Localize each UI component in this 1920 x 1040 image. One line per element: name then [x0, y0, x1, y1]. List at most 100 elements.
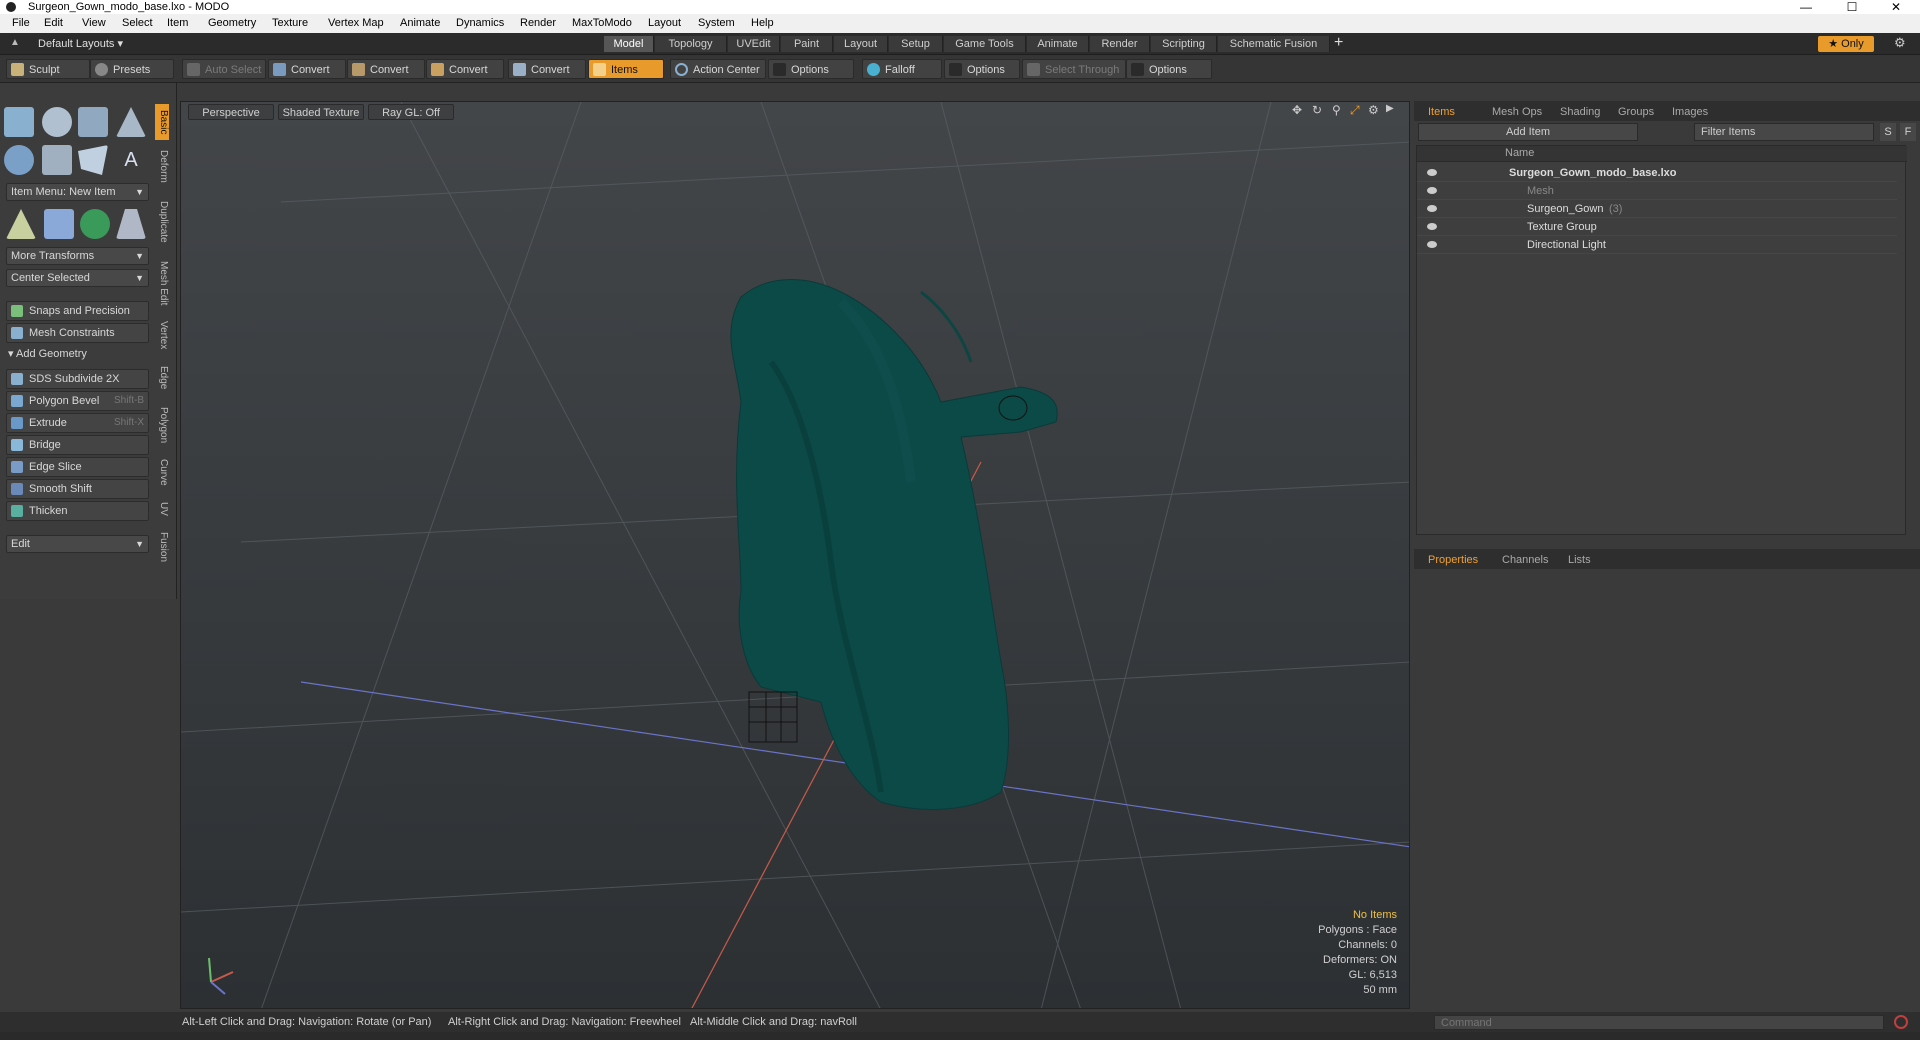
fit-view-icon[interactable]: ⤢ [1350, 103, 1360, 118]
tab-animate[interactable]: Animate [1027, 36, 1089, 52]
zoom-view-icon[interactable]: ⚲ [1332, 103, 1341, 117]
menu-edit[interactable]: Edit [44, 14, 63, 33]
record-icon[interactable] [1894, 1015, 1908, 1029]
tab-images[interactable]: Images [1672, 104, 1708, 120]
presets-button[interactable]: Presets F6 [90, 59, 174, 96]
add-item-dropdown[interactable]: Add Item [1418, 123, 1638, 141]
filter-s-button[interactable]: S [1880, 123, 1896, 141]
sphere-icon[interactable] [42, 107, 72, 137]
sculpt-button[interactable]: Sculpt [6, 59, 90, 79]
cylinder-icon[interactable] [78, 107, 108, 137]
convert-polygons-button[interactable]: Convert [426, 59, 504, 79]
only-toggle[interactable]: ★ Only [1818, 36, 1874, 52]
maximize-button[interactable]: ☐ [1832, 0, 1872, 14]
tab-groups[interactable]: Groups [1618, 104, 1654, 120]
tree-row-surgeon-gown[interactable]: Surgeon_Gown (3) [1417, 200, 1897, 218]
pen-icon[interactable] [78, 145, 108, 175]
thicken-button[interactable]: Thicken [6, 501, 149, 521]
menu-select[interactable]: Select [122, 14, 153, 33]
filter-f-button[interactable]: F [1900, 123, 1916, 141]
gear-icon[interactable]: ⚙ [1894, 35, 1906, 51]
viewport-settings-icon[interactable]: ⚙ [1368, 103, 1379, 117]
shading-mode-button[interactable]: Shaded Texture [278, 104, 364, 120]
visibility-eye-icon[interactable] [1427, 169, 1437, 176]
tree-row-mesh[interactable]: Mesh [1417, 182, 1897, 200]
expand-arrow-icon[interactable]: ▶ [1386, 103, 1394, 114]
menu-render[interactable]: Render [520, 14, 556, 33]
vtab-vertex[interactable]: Vertex [155, 316, 169, 354]
add-geometry-header[interactable]: ▾ Add Geometry [8, 347, 87, 360]
convert-materials-button[interactable]: Convert [508, 59, 586, 79]
menu-help[interactable]: Help [751, 14, 774, 33]
menu-vertex-map[interactable]: Vertex Map [328, 14, 384, 33]
visibility-eye-icon[interactable] [1427, 187, 1437, 194]
menu-file[interactable]: File [12, 14, 30, 33]
tab-lists[interactable]: Lists [1568, 552, 1591, 568]
transform-icon[interactable] [6, 209, 36, 239]
globe-icon[interactable] [80, 209, 110, 239]
tab-channels[interactable]: Channels [1502, 552, 1548, 568]
tab-game-tools[interactable]: Game Tools [944, 36, 1026, 52]
menu-dynamics[interactable]: Dynamics [456, 14, 504, 33]
move-view-icon[interactable]: ✥ [1292, 103, 1302, 117]
center-selected-dropdown[interactable]: Center Selected ▼ [6, 269, 149, 287]
vtab-edge[interactable]: Edge [155, 362, 169, 394]
tab-setup[interactable]: Setup [889, 36, 943, 52]
smooth-shift-button[interactable]: Smooth Shift [6, 479, 149, 499]
snaps-precision-button[interactable]: Snaps and Precision [6, 301, 149, 321]
sds-subdivide-button[interactable]: SDS Subdivide 2X [6, 369, 149, 389]
menu-texture[interactable]: Texture [272, 14, 308, 33]
surgeon-gown-mesh[interactable] [730, 279, 1058, 810]
auto-select-button[interactable]: Auto Select [182, 59, 266, 79]
tube-icon[interactable] [42, 145, 72, 175]
mesh-constraints-button[interactable]: Mesh Constraints [6, 323, 149, 343]
tree-row-directional-light[interactable]: Directional Light [1417, 236, 1897, 254]
raygl-button[interactable]: Ray GL: Off [368, 104, 454, 120]
vtab-deform[interactable]: Deform [155, 144, 169, 188]
tab-topology[interactable]: Topology [655, 36, 727, 52]
tree-row-texture-group[interactable]: Texture Group [1417, 218, 1897, 236]
command-input[interactable] [1434, 1015, 1884, 1030]
visibility-eye-icon[interactable] [1427, 205, 1437, 212]
select-through-options-button[interactable]: Options [1126, 59, 1212, 79]
visibility-eye-icon[interactable] [1427, 241, 1437, 248]
select-through-button[interactable]: Select Through [1022, 59, 1126, 79]
vtab-mesh-edit[interactable]: Mesh Edit [155, 256, 169, 310]
menu-maxtomodo[interactable]: MaxToModo [572, 14, 632, 33]
tab-shading[interactable]: Shading [1560, 104, 1600, 120]
close-button[interactable]: ✕ [1876, 0, 1916, 14]
layout-pin-icon[interactable]: ▲ [10, 37, 20, 48]
falloff-options-button[interactable]: Options [944, 59, 1020, 79]
tab-uvedit[interactable]: UVEdit [728, 36, 780, 52]
name-column-header[interactable]: Name [1505, 147, 1534, 159]
tab-paint[interactable]: Paint [781, 36, 833, 52]
menu-animate[interactable]: Animate [400, 14, 440, 33]
add-tab-button[interactable]: + [1334, 34, 1343, 52]
cone-icon[interactable] [116, 107, 146, 137]
action-center-button[interactable]: Action Center [670, 59, 766, 79]
menu-item[interactable]: Item [167, 14, 188, 33]
tab-layout[interactable]: Layout [834, 36, 888, 52]
polygon-bevel-button[interactable]: Polygon Bevel Shift-B [6, 391, 149, 411]
tree-row-scene[interactable]: Surgeon_Gown_modo_base.lxo [1417, 164, 1897, 182]
filter-items-input[interactable]: Filter Items [1694, 123, 1874, 141]
cube-icon[interactable] [4, 107, 34, 137]
vtab-polygon[interactable]: Polygon [155, 402, 169, 448]
more-transforms-dropdown[interactable]: More Transforms ▼ [6, 247, 149, 265]
tab-properties[interactable]: Properties [1428, 552, 1478, 568]
falloff-button[interactable]: Falloff [862, 59, 942, 79]
edit-dropdown[interactable]: Edit ▼ [6, 535, 149, 553]
tab-items[interactable]: Items [1428, 104, 1455, 120]
tab-scripting[interactable]: Scripting [1151, 36, 1217, 52]
vtab-basic[interactable]: Basic [155, 104, 169, 140]
minimize-button[interactable]: — [1786, 0, 1826, 14]
vtab-curve[interactable]: Curve [155, 454, 169, 490]
taper-icon[interactable] [116, 209, 146, 239]
vtab-duplicate[interactable]: Duplicate [155, 194, 169, 250]
default-layouts-dropdown[interactable]: Default Layouts ▾ [38, 37, 123, 50]
item-menu-dropdown[interactable]: Item Menu: New Item ▼ [6, 183, 149, 201]
tab-mesh-ops[interactable]: Mesh Ops [1492, 104, 1542, 120]
tab-schematic-fusion[interactable]: Schematic Fusion [1218, 36, 1330, 52]
menu-view[interactable]: View [82, 14, 106, 33]
torus-icon[interactable] [4, 145, 34, 175]
